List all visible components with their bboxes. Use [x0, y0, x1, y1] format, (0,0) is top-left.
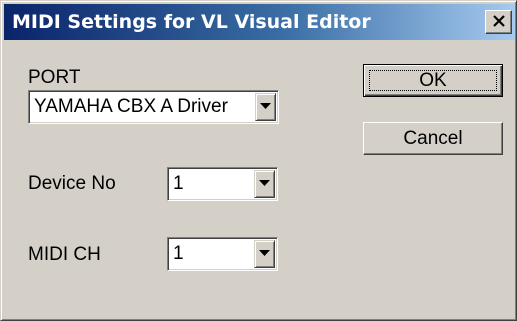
dropdown-arrow-icon [259, 180, 270, 186]
close-x-icon [493, 15, 505, 27]
device-no-label: Device No [28, 173, 116, 194]
window-title: MIDI Settings for VL Visual Editor [12, 11, 371, 33]
midi-ch-selected-value: 1 [173, 243, 184, 264]
cancel-button-label: Cancel [403, 127, 463, 149]
device-no-dropdown[interactable]: 1 [167, 167, 278, 201]
port-dropdown-button[interactable] [255, 93, 276, 121]
midi-settings-dialog: MIDI Settings for VL Visual Editor PORT … [0, 0, 517, 321]
cancel-button[interactable]: Cancel [363, 122, 503, 155]
dropdown-arrow-icon [260, 103, 271, 109]
title-bar[interactable]: MIDI Settings for VL Visual Editor [4, 4, 515, 40]
dropdown-arrow-icon [259, 250, 270, 256]
midi-ch-dropdown-button[interactable] [254, 240, 275, 268]
focus-indicator [369, 70, 497, 91]
port-label: PORT [28, 67, 81, 88]
device-no-selected-value: 1 [173, 173, 184, 194]
port-selected-value: YAMAHA CBX A Driver [34, 96, 228, 117]
close-button[interactable] [485, 10, 512, 34]
ok-button[interactable]: OK [363, 64, 503, 97]
midi-ch-label: MIDI CH [28, 244, 101, 265]
device-no-dropdown-button[interactable] [254, 170, 275, 198]
port-dropdown[interactable]: YAMAHA CBX A Driver [28, 90, 279, 124]
midi-ch-dropdown[interactable]: 1 [167, 237, 278, 271]
